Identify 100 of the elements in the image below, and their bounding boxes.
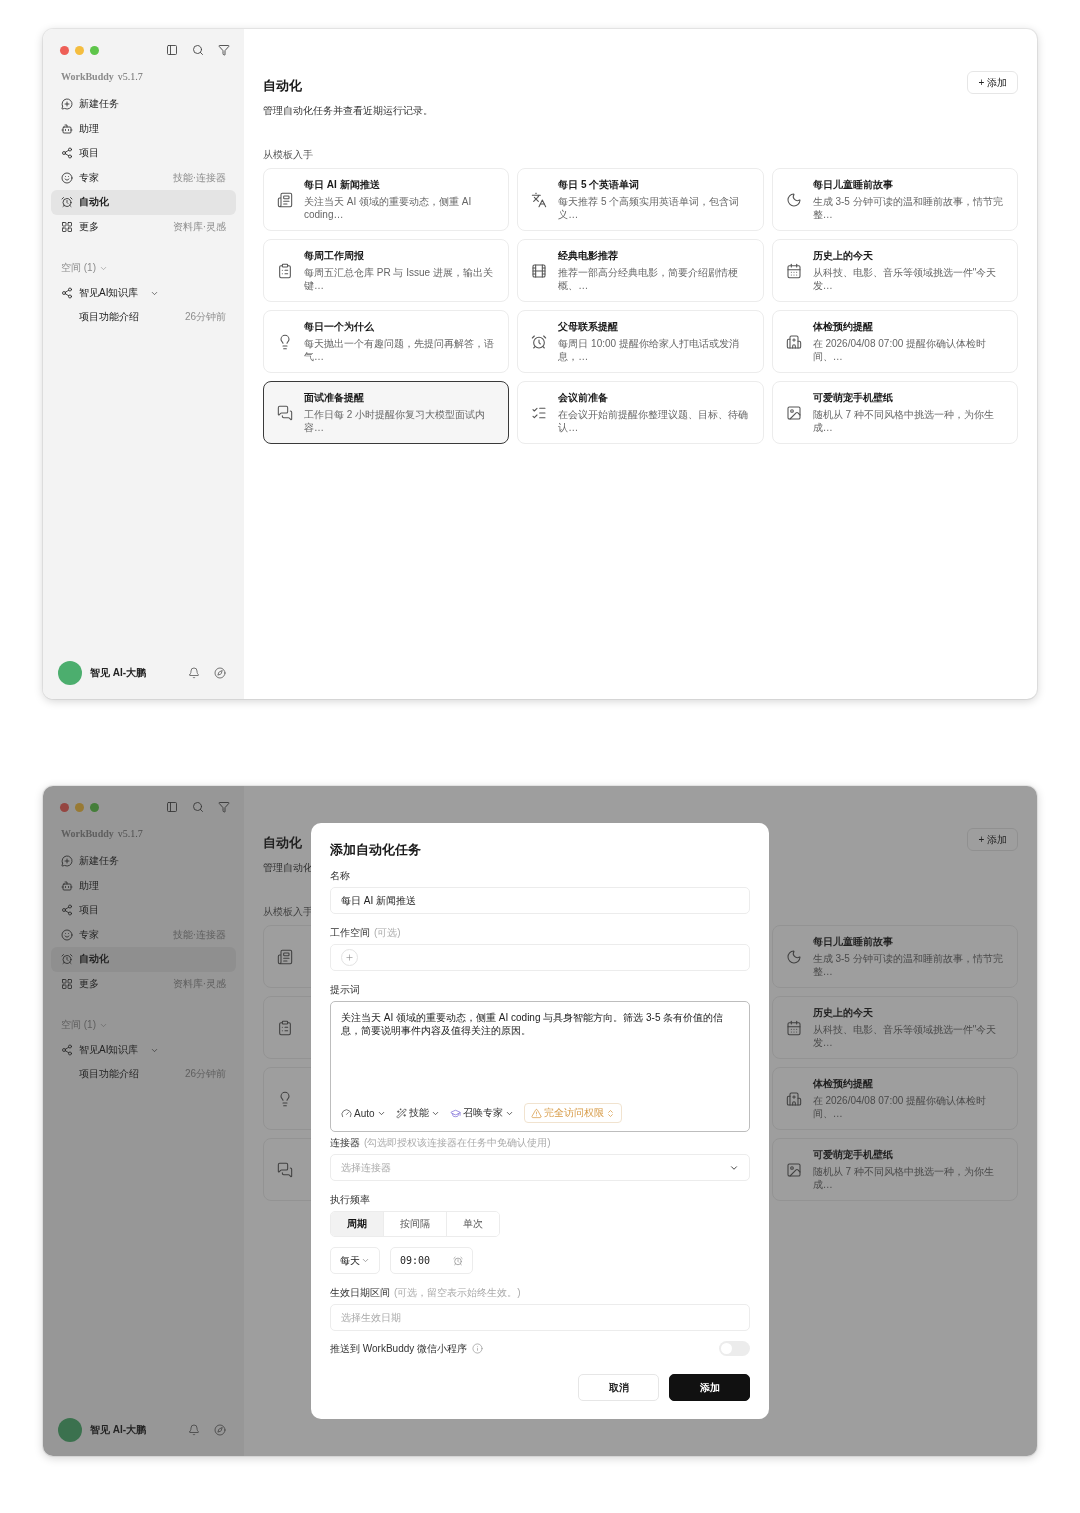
add-workspace-button[interactable] bbox=[341, 949, 358, 966]
tool-dropdown[interactable]: 召唤专家 bbox=[449, 1106, 514, 1120]
user-name: 智见 AI-大鹏 bbox=[90, 666, 148, 680]
template-card[interactable]: 每周工作周报 每周五汇总仓库 PR 与 Issue 进展，输出关键… bbox=[263, 239, 510, 302]
filter-icon[interactable] bbox=[218, 801, 230, 813]
template-card[interactable]: 体检预约提醒 在 2026/04/08 07:00 提醒你确认体检时间、… bbox=[771, 310, 1018, 373]
chevron-down-icon bbox=[361, 1256, 370, 1265]
card-title: 历史上的今天 bbox=[812, 1006, 874, 1020]
grid-icon bbox=[61, 220, 73, 233]
nav-hint: 资料库·灵感 bbox=[172, 219, 226, 234]
hospital-icon bbox=[785, 333, 802, 350]
nav-item[interactable]: 新建任务 bbox=[51, 849, 236, 874]
cancel-button[interactable]: 取消 bbox=[578, 1374, 659, 1401]
moon-icon bbox=[785, 948, 802, 965]
template-card[interactable]: 每日 AI 新闻推送 关注当天 AI 领域的重要动态，侧重 AI coding… bbox=[263, 168, 510, 231]
card-description: 每周日 10:00 提醒你给家人打电话或发消息，… bbox=[558, 337, 740, 363]
field-label: 连接器 bbox=[330, 1136, 360, 1150]
nav-item[interactable]: 项目 bbox=[51, 898, 236, 923]
card-description: 每周五汇总仓库 PR 与 Issue 进展，输出关键… bbox=[304, 266, 494, 292]
nav-item[interactable]: 助理 bbox=[51, 873, 236, 898]
calendar-icon bbox=[785, 262, 802, 279]
avatar[interactable] bbox=[58, 1418, 82, 1442]
dialog-title: 添加自动化任务 bbox=[330, 841, 422, 859]
card-description: 每天推荐 5 个高频实用英语单词，包含词义… bbox=[558, 195, 741, 221]
sidebar-toggle-icon[interactable] bbox=[166, 801, 178, 813]
nav-label: 新建任务 bbox=[79, 854, 120, 869]
lightbulb-icon bbox=[277, 333, 293, 350]
nav-item[interactable]: 自动化 bbox=[51, 190, 236, 215]
card-description: 在会议开始前提醒你整理议题、目标、待确认… bbox=[558, 408, 750, 434]
app-version: v5.1.7 bbox=[117, 71, 143, 82]
lightbulb-icon bbox=[277, 1090, 293, 1107]
template-card[interactable]: 体检预约提醒 在 2026/04/08 07:00 提醒你确认体检时间、… bbox=[771, 1067, 1018, 1130]
time-picker[interactable]: 09:00 bbox=[390, 1247, 473, 1274]
space-item[interactable]: 智见AI知识库 bbox=[51, 1038, 236, 1063]
compass-icon[interactable] bbox=[214, 667, 226, 679]
project-label: 项目功能介绍 bbox=[79, 310, 139, 324]
bell-icon[interactable] bbox=[188, 1424, 200, 1436]
confirm-button[interactable]: 添加 bbox=[669, 1374, 750, 1401]
sidebar-toggle-icon[interactable] bbox=[166, 44, 178, 56]
template-card[interactable]: 经典电影推荐 推荐一部高分经典电影，简要介绍剧情梗概、… bbox=[517, 239, 764, 302]
template-card[interactable]: 父母联系提醒 每周日 10:00 提醒你给家人打电话或发消息，… bbox=[517, 310, 764, 373]
template-card[interactable]: 每日 5 个英语单词 每天推荐 5 个高频实用英语单词，包含词义… bbox=[517, 168, 764, 231]
tool-dropdown[interactable]: 技能 bbox=[395, 1106, 440, 1120]
template-card[interactable]: 每日儿童睡前故事 生成 3-5 分钟可读的温和睡前故事，情节完整… bbox=[771, 925, 1018, 988]
moon-icon bbox=[785, 191, 802, 208]
nav-item[interactable]: 更多 资料库·灵感 bbox=[51, 214, 236, 239]
close-button[interactable] bbox=[60, 45, 69, 55]
frequency-tab[interactable]: 周期 bbox=[331, 1212, 384, 1236]
template-card[interactable]: 历史上的今天 从科技、电影、音乐等领域挑选一件"今天发… bbox=[771, 239, 1018, 302]
card-description: 在 2026/04/08 07:00 提醒你确认体检时间、… bbox=[812, 1094, 988, 1120]
compass-icon[interactable] bbox=[214, 1424, 226, 1436]
chat-plus-icon bbox=[61, 98, 73, 111]
zoom-button[interactable] bbox=[90, 802, 99, 812]
card-title: 可爱萌宠手机壁纸 bbox=[812, 391, 894, 405]
filter-icon[interactable] bbox=[218, 44, 230, 56]
card-description: 工作日每 2 小时提醒你复习大模型面试内容… bbox=[304, 408, 487, 434]
card-description: 从科技、电影、音乐等领域挑选一件"今天发… bbox=[812, 266, 998, 292]
nodes-icon bbox=[61, 287, 73, 300]
search-icon[interactable] bbox=[192, 44, 204, 56]
card-title: 历史上的今天 bbox=[812, 249, 874, 263]
add-button[interactable]: + 添加 bbox=[967, 828, 1018, 851]
warning-icon bbox=[530, 1107, 542, 1119]
field-hint: (勾选即授权该连接器在任务中免确认使用) bbox=[364, 1136, 551, 1150]
info-icon bbox=[472, 1343, 484, 1354]
bell-icon[interactable] bbox=[188, 667, 200, 679]
toggle-label: 推送到 WorkBuddy 微信小程序 bbox=[330, 1341, 468, 1356]
template-card[interactable]: 每日一个为什么 每天抛出一个有趣问题，先提问再解答，语气… bbox=[263, 310, 510, 373]
translate-icon bbox=[531, 191, 548, 208]
nav-label: 项目 bbox=[79, 903, 100, 918]
alarm-clock-icon bbox=[61, 196, 73, 209]
nav-item[interactable]: 项目 bbox=[51, 141, 236, 166]
period-select[interactable]: 每天 bbox=[330, 1247, 380, 1274]
close-button[interactable] bbox=[60, 802, 69, 812]
name-field[interactable]: 每日 AI 新闻推送 bbox=[330, 887, 750, 914]
image-icon bbox=[785, 1161, 802, 1178]
clipboard-icon bbox=[277, 262, 293, 279]
nav-item[interactable]: 专家 技能·连接器 bbox=[51, 165, 236, 190]
minimize-button[interactable] bbox=[75, 45, 84, 55]
nav-item[interactable]: 新建任务 bbox=[51, 92, 236, 117]
template-card[interactable]: 面试准备提醒 工作日每 2 小时提醒你复习大模型面试内容… bbox=[263, 381, 510, 444]
card-title: 面试准备提醒 bbox=[304, 391, 365, 405]
add-button[interactable]: + 添加 bbox=[967, 71, 1018, 94]
template-card[interactable]: 每日儿童睡前故事 生成 3-5 分钟可读的温和睡前故事，情节完整… bbox=[771, 168, 1018, 231]
robot-icon bbox=[61, 879, 73, 892]
project-item[interactable]: 项目功能介绍 26分钟前 bbox=[51, 305, 236, 329]
template-card[interactable]: 会议前准备 在会议开始前提醒你整理议题、目标、待确认… bbox=[517, 381, 764, 444]
prompt-text[interactable]: 关注当天 AI 领域的重要动态，侧重 AI coding 与具身智能方向。筛选 3-5 条有价值的信息，简要说明事件内容及值得关注的原因。 bbox=[341, 1011, 739, 1037]
project-time: 26分钟前 bbox=[184, 310, 226, 324]
project-label: 项目功能介绍 bbox=[79, 1067, 139, 1081]
clipboard-icon bbox=[277, 1019, 293, 1036]
card-title: 每日儿童睡前故事 bbox=[812, 178, 894, 192]
field-label: 工作空间 bbox=[330, 926, 370, 940]
nav-item[interactable]: 自动化 bbox=[51, 947, 236, 972]
zoom-button[interactable] bbox=[90, 45, 99, 55]
template-card[interactable]: 可爱萌宠手机壁纸 随机从 7 种不同风格中挑选一种，为你生成… bbox=[771, 381, 1018, 444]
tool-dropdown[interactable]: Auto bbox=[341, 1107, 386, 1119]
avatar[interactable] bbox=[58, 661, 82, 685]
nav-item[interactable]: 助理 bbox=[51, 116, 236, 141]
space-item[interactable]: 智见AI知识库 bbox=[51, 281, 236, 306]
search-icon[interactable] bbox=[192, 801, 204, 813]
